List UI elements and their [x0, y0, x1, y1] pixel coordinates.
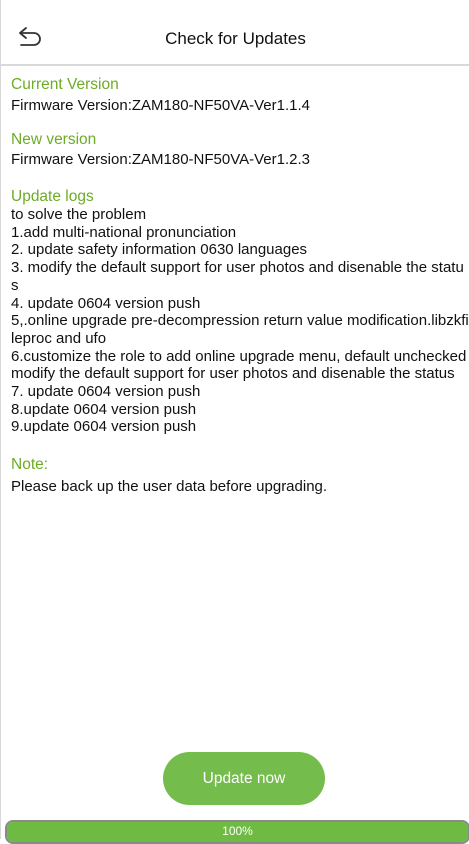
log-item: 9.update 0604 version push	[11, 418, 197, 436]
log-item: 7. update 0604 version push	[11, 383, 201, 401]
log-item: modify the default support for user phot…	[11, 365, 455, 383]
log-item: 1.add multi-national pronunciation	[11, 223, 237, 241]
log-item: 8.update 0604 version push	[11, 400, 197, 418]
back-button[interactable]	[13, 18, 51, 56]
log-item: 6.customize the role to add online upgra…	[11, 347, 467, 365]
log-item: 2. update safety information 0630 langua…	[11, 241, 308, 259]
update-screen: Check for Updates Current Version Firmwa…	[0, 0, 469, 844]
page-title: Check for Updates	[165, 29, 306, 48]
update-logs-list: to solve the problem 1.add multi-national…	[11, 206, 469, 436]
update-now-button[interactable]: Update now	[163, 752, 325, 805]
note-label: Note:	[11, 456, 49, 474]
log-item: to solve the problem	[11, 206, 147, 223]
back-arrow-icon	[19, 27, 41, 46]
new-version-label: New version	[11, 131, 97, 148]
log-item: 5,.online upgrade pre-decompression retu…	[11, 312, 469, 347]
log-item: 4. update 0604 version push	[11, 294, 201, 312]
log-item: 3. modify the default support for user p…	[11, 259, 464, 294]
progress-bar: 100%	[5, 820, 469, 844]
header-bar: Check for Updates	[1, 0, 469, 66]
update-logs-label: Update logs	[11, 188, 94, 205]
new-version-value: Firmware Version:ZAM180-NF50VA-Ver1.2.3	[11, 151, 310, 168]
update-info: Current Version Firmware Version:ZAM180-…	[11, 66, 469, 495]
current-version-label: Current Version	[11, 76, 119, 93]
progress-label: 100%	[222, 824, 253, 838]
note-text: Please back up the user data before upgr…	[11, 478, 328, 496]
current-version-value: Firmware Version:ZAM180-NF50VA-Ver1.1.4	[11, 97, 310, 114]
